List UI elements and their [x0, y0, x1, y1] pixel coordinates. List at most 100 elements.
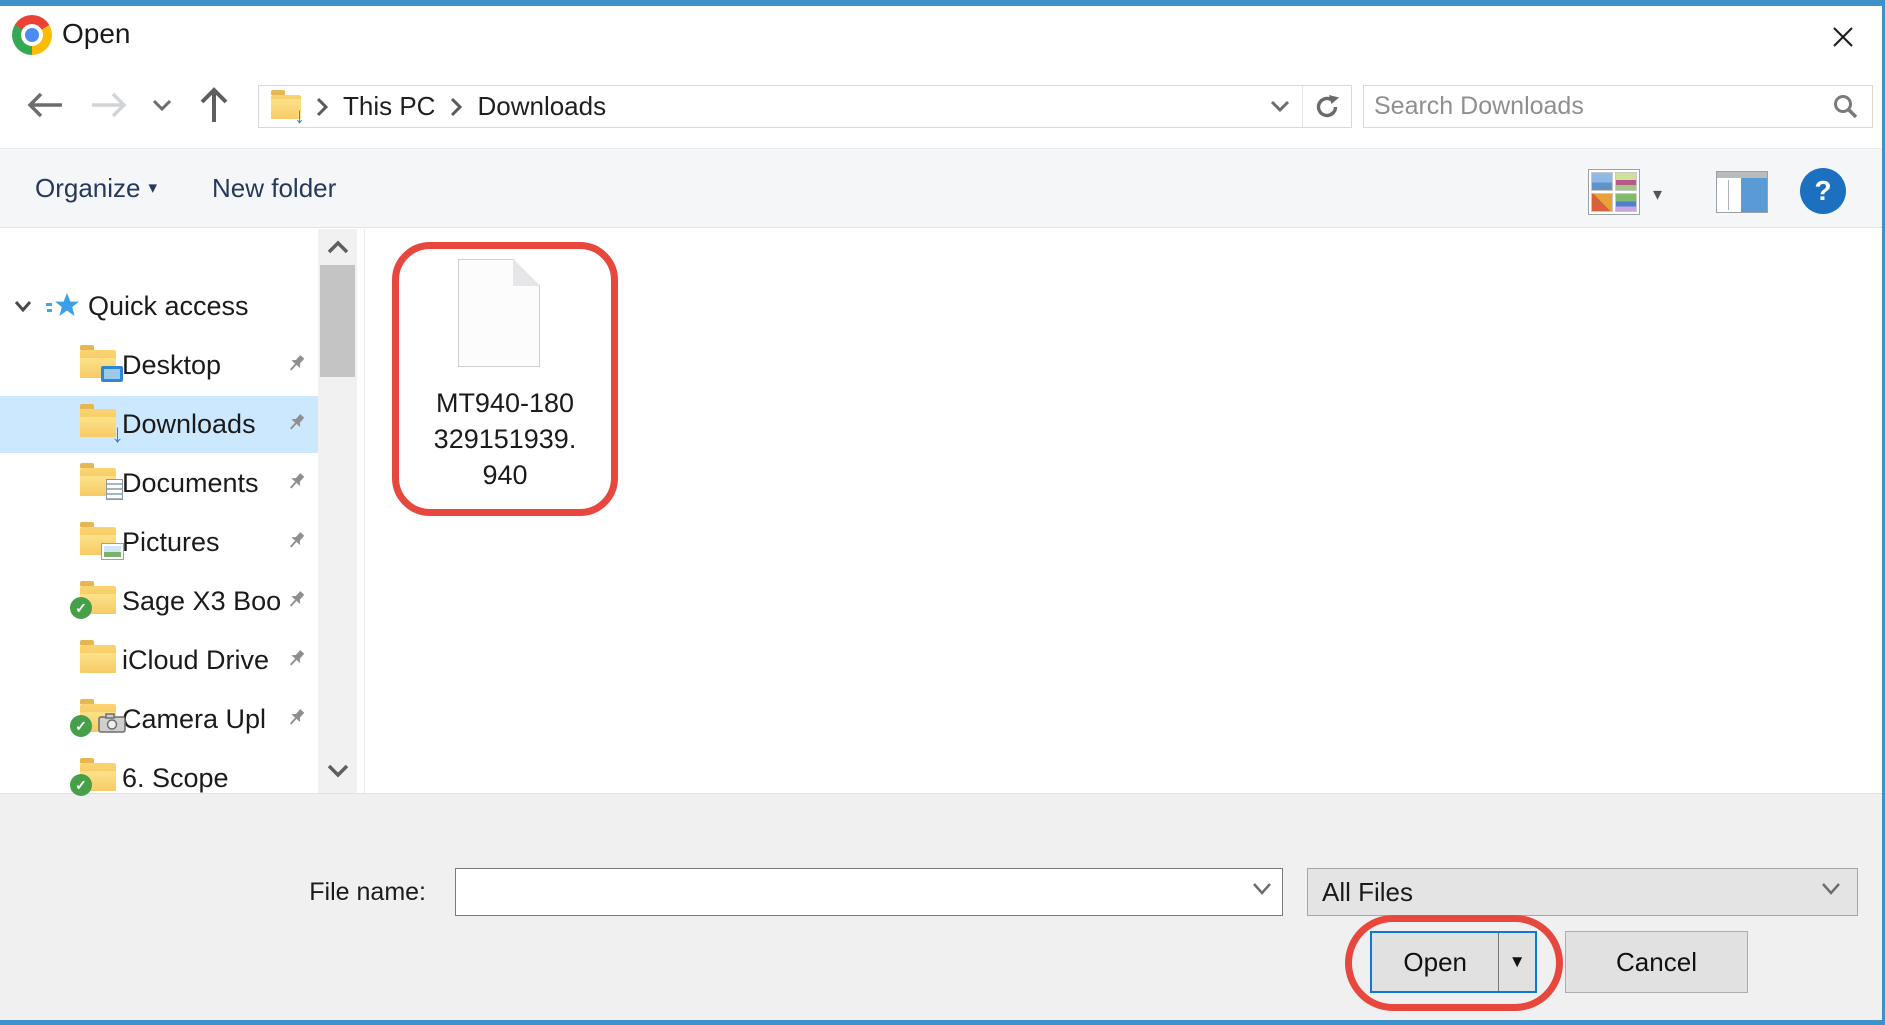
sidebar-item-sage-x3[interactable]: ✓ Sage X3 Boo — [0, 573, 318, 630]
folder-icon — [80, 645, 116, 673]
cancel-button-label: Cancel — [1616, 947, 1697, 978]
dialog-footer: File name: All Files Open ▼ — [0, 793, 1882, 1020]
back-icon — [26, 90, 66, 120]
thumbnail-tile — [1615, 193, 1637, 212]
expander-chevron-icon[interactable] — [10, 293, 36, 324]
folder-icon: ✓ — [80, 586, 116, 614]
pin-icon — [282, 411, 308, 442]
sidebar-item-label: 6. Scope — [122, 763, 229, 794]
up-icon — [199, 86, 229, 124]
sidebar-item-label: Camera Upl — [122, 704, 266, 735]
preview-pane-button[interactable] — [1716, 171, 1768, 213]
forward-icon — [88, 90, 128, 120]
change-view-button[interactable] — [1588, 169, 1640, 215]
sidebar-item-label: Pictures — [122, 527, 220, 558]
sidebar-item-quick-access[interactable]: Quick access — [0, 278, 318, 335]
sidebar-item-label: Downloads — [122, 409, 256, 440]
title-bar[interactable]: Open — [0, 6, 1882, 62]
help-button[interactable]: ? — [1800, 168, 1846, 214]
scroll-up-button[interactable] — [318, 229, 357, 265]
file-name-field — [455, 868, 1283, 916]
folder-icon — [80, 527, 116, 555]
chevron-down-icon — [1250, 881, 1274, 897]
chevron-down-icon — [150, 97, 174, 113]
sidebar-item-label: Sage X3 Boo — [122, 586, 281, 617]
window-border-bottom — [0, 1020, 1885, 1025]
window-title: Open — [62, 18, 131, 50]
back-button[interactable] — [24, 62, 68, 148]
chrome-icon — [12, 15, 52, 55]
download-arrow-icon: ↓ — [111, 418, 124, 449]
dialog-body: Quick access Desktop ↓ Downloads — [0, 229, 1882, 793]
sidebar-item-icloud-drive[interactable]: iCloud Drive — [0, 632, 318, 689]
file-name-label: File name: — [280, 878, 426, 907]
pin-icon — [282, 352, 308, 383]
sidebar-item-label: iCloud Drive — [122, 645, 269, 676]
sidebar-item-label: Quick access — [88, 291, 249, 322]
search-icon[interactable] — [1830, 92, 1860, 122]
sidebar-item-camera-uploads[interactable]: ✓ Camera Upl — [0, 691, 318, 748]
folder-icon: ↓ — [80, 409, 116, 437]
organize-menu[interactable]: Organize ▾ — [35, 149, 157, 227]
file-name-dropdown-button[interactable] — [1250, 881, 1274, 902]
sidebar-item-documents[interactable]: Documents — [0, 455, 318, 512]
chevron-down-icon — [326, 763, 350, 779]
sync-check-icon: ✓ — [70, 774, 92, 796]
chevron-down-icon — [1819, 881, 1843, 902]
sidebar-item-desktop[interactable]: Desktop — [0, 337, 318, 394]
chevron-up-icon — [326, 239, 350, 255]
view-options-dropdown[interactable]: ▾ — [1653, 184, 1662, 205]
pin-icon — [282, 706, 308, 737]
thumbnail-tile — [1591, 172, 1613, 191]
camera-icon — [98, 713, 126, 738]
search-box — [1363, 85, 1873, 128]
file-type-value: All Files — [1308, 877, 1413, 908]
recent-locations-button[interactable] — [144, 62, 180, 148]
breadcrumb-chevron-icon — [315, 97, 329, 117]
folder-icon — [80, 350, 116, 378]
quick-access-star-icon — [46, 291, 80, 326]
navigation-bar: ↓ This PC Downloads — [0, 62, 1882, 148]
sidebar-scrollbar[interactable] — [318, 229, 357, 793]
new-folder-button[interactable]: New folder — [212, 149, 336, 227]
close-button[interactable] — [1812, 14, 1874, 60]
thumbnail-tile — [1615, 172, 1637, 191]
search-input[interactable] — [1364, 92, 1830, 121]
scroll-down-button[interactable] — [318, 753, 357, 789]
pin-icon — [282, 647, 308, 678]
organize-label: Organize — [35, 173, 141, 204]
sidebar-item-label: Documents — [122, 468, 259, 499]
open-file-dialog: Open — [0, 0, 1885, 1025]
annotation-circle-open — [1345, 915, 1563, 1011]
sync-check-icon: ✓ — [70, 715, 92, 737]
download-arrow-icon: ↓ — [294, 103, 305, 129]
up-button[interactable] — [192, 62, 236, 148]
monitor-badge-icon — [101, 366, 123, 382]
chevron-down-icon — [1269, 99, 1291, 114]
sidebar-item-pictures[interactable]: Pictures — [0, 514, 318, 571]
divider — [364, 229, 365, 793]
refresh-icon — [1313, 93, 1341, 121]
breadcrumb-this-pc[interactable]: This PC — [335, 91, 443, 122]
breadcrumb-chevron-icon — [449, 97, 463, 117]
address-dropdown-button[interactable] — [1258, 99, 1302, 114]
file-type-select[interactable]: All Files — [1307, 868, 1858, 916]
folder-icon — [80, 468, 116, 496]
file-name-input[interactable] — [456, 869, 1246, 915]
cancel-button[interactable]: Cancel — [1565, 931, 1748, 993]
sidebar-item-downloads[interactable]: ↓ Downloads — [0, 396, 318, 453]
address-bar-controls — [1258, 86, 1351, 127]
sync-check-icon: ✓ — [70, 597, 92, 619]
pin-icon — [282, 588, 308, 619]
forward-button[interactable] — [86, 62, 130, 148]
annotation-circle-file — [392, 242, 618, 516]
thumbnail-tile — [1591, 193, 1613, 212]
refresh-button[interactable] — [1303, 93, 1351, 121]
document-badge-icon — [106, 479, 123, 500]
sidebar-item-label: Desktop — [122, 350, 221, 381]
breadcrumb-downloads[interactable]: Downloads — [469, 91, 614, 122]
pane-divider — [1728, 180, 1729, 210]
address-bar[interactable]: ↓ This PC Downloads — [258, 85, 1352, 128]
question-mark-icon: ? — [1814, 175, 1831, 207]
scrollbar-thumb[interactable] — [320, 265, 355, 377]
